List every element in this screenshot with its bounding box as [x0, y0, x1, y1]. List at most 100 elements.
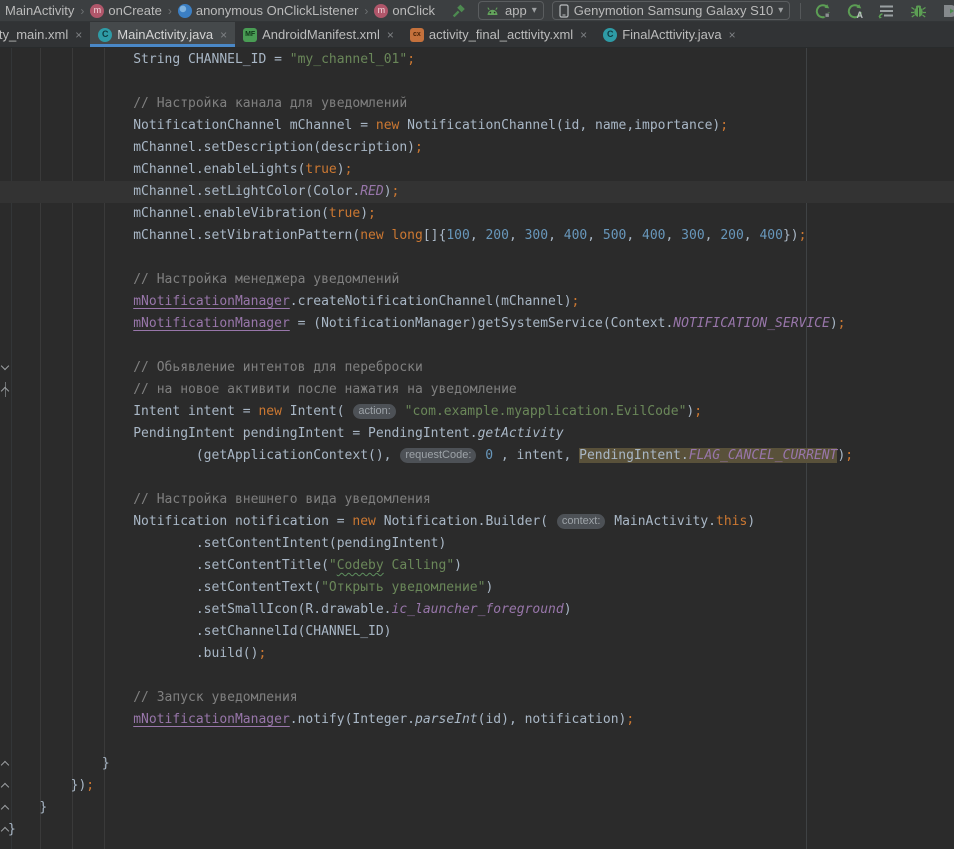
code-line: mChannel.setVibrationPattern(new long[]{… — [0, 225, 954, 247]
profiler-button[interactable] — [875, 1, 899, 21]
breadcrumb-separator: › — [79, 4, 85, 18]
device-dropdown[interactable]: Genymotion Samsung Galaxy S10 ▾ — [552, 1, 790, 20]
code-line: // Настройка канала для уведомлений — [0, 93, 954, 115]
java-class-icon: C — [603, 28, 617, 42]
code-line: Intent intent = new Intent( action: "com… — [0, 401, 954, 423]
method-icon: m — [90, 4, 104, 18]
profiler-icon — [878, 3, 896, 19]
code-line: } — [0, 797, 954, 819]
tab-activity-final-acttivity-xml[interactable]: cx activity_final_acttivity.xml × — [402, 22, 595, 47]
code-line: Notification notification = new Notifica… — [0, 511, 954, 533]
code-line — [0, 467, 954, 489]
apply-changes-icon: A — [846, 3, 864, 19]
tab-activity-main-xml[interactable]: ity_main.xml × — [0, 22, 90, 47]
fold-marker-icon[interactable] — [0, 802, 11, 813]
breadcrumb-anonymous-onclicklistener[interactable]: anonymous OnClickListener — [175, 3, 362, 18]
run-configuration-dropdown[interactable]: app ▾ — [478, 1, 544, 20]
java-class-icon: C — [98, 28, 112, 42]
breadcrumb-oncreate[interactable]: m onCreate — [87, 3, 164, 18]
breadcrumb-separator: › — [363, 4, 369, 18]
code-line — [0, 335, 954, 357]
apply-code-changes-button[interactable]: A — [843, 1, 867, 21]
code-line: // Настройка внешнего вида уведомления — [0, 489, 954, 511]
breadcrumb-label: onCreate — [108, 3, 161, 18]
tab-mainactivity-java[interactable]: C MainActivity.java × — [90, 22, 235, 47]
tab-finalacttivity-java[interactable]: C FinalActtivity.java × — [595, 22, 743, 47]
device-label: Genymotion Samsung Galaxy S10 — [574, 3, 773, 18]
attach-debugger-button[interactable] — [938, 1, 954, 21]
fold-marker-icon[interactable] — [0, 824, 11, 835]
code-editor[interactable]: String CHANNEL_ID = "my_channel_01"; // … — [0, 48, 954, 849]
toolbar-divider — [800, 3, 801, 19]
breadcrumb-onclick[interactable]: m onClick — [371, 3, 438, 18]
code-line: PendingIntent pendingIntent = PendingInt… — [0, 423, 954, 445]
code-line: .setContentText("Открыть уведомление") — [0, 577, 954, 599]
manifest-file-icon: MF — [243, 28, 257, 42]
breadcrumb: MainActivity › m onCreate › anonymous On… — [2, 3, 438, 18]
close-icon[interactable]: × — [387, 28, 394, 42]
code-line: mNotificationManager.notify(Integer.pars… — [0, 709, 954, 731]
editor-tab-bar: ity_main.xml × C MainActivity.java × MF … — [0, 22, 954, 48]
layout-xml-icon: cx — [410, 28, 424, 42]
fold-marker-icon[interactable] — [0, 780, 11, 791]
code-line: (getApplicationContext(), requestCode: 0… — [0, 445, 954, 467]
code-line: mChannel.enableLights(true); — [0, 159, 954, 181]
close-icon[interactable]: × — [220, 28, 227, 42]
tab-label: activity_final_acttivity.xml — [429, 27, 573, 42]
run-toolbar: app ▾ Genymotion Samsung Galaxy S10 ▾ — [448, 1, 954, 21]
code-line: mChannel.setLightColor(Color.RED); — [0, 181, 954, 203]
fold-marker-icon[interactable] — [0, 384, 11, 395]
method-icon: m — [374, 4, 388, 18]
build-button[interactable] — [448, 1, 470, 21]
rerun-icon — [814, 3, 832, 19]
debug-button[interactable] — [907, 1, 930, 21]
code-line: .setChannelId(CHANNEL_ID) — [0, 621, 954, 643]
code-line: }); — [0, 775, 954, 797]
code-line: mNotificationManager.createNotificationC… — [0, 291, 954, 313]
code-line: // Настройка менеджера уведомлений — [0, 269, 954, 291]
code-line: .setContentIntent(pendingIntent) — [0, 533, 954, 555]
fold-marker-icon[interactable] — [0, 362, 11, 373]
run-config-label: app — [505, 3, 527, 18]
code-line: // Обьявление интентов для переброски — [0, 357, 954, 379]
chevron-down-icon: ▾ — [532, 5, 537, 16]
breadcrumb-mainactivity[interactable]: MainActivity — [2, 3, 77, 18]
tab-androidmanifest-xml[interactable]: MF AndroidManifest.xml × — [235, 22, 402, 47]
close-icon[interactable]: × — [729, 28, 736, 42]
code-line — [0, 71, 954, 93]
android-icon — [485, 4, 500, 17]
code-line — [0, 665, 954, 687]
breadcrumb-separator: › — [167, 4, 173, 18]
code-line: } — [0, 819, 954, 841]
tab-label: AndroidManifest.xml — [262, 27, 380, 42]
svg-text:A: A — [857, 10, 864, 19]
code-line: // Запуск уведомления — [0, 687, 954, 709]
anonymous-class-icon — [178, 4, 192, 18]
close-icon[interactable]: × — [75, 28, 82, 42]
fold-marker-icon[interactable] — [0, 758, 11, 769]
code-line — [0, 247, 954, 269]
close-icon[interactable]: × — [580, 28, 587, 42]
code-line: } — [0, 753, 954, 775]
code-line: String CHANNEL_ID = "my_channel_01"; — [0, 49, 954, 71]
code-line: mNotificationManager = (NotificationMana… — [0, 313, 954, 335]
breadcrumb-label: onClick — [392, 3, 435, 18]
code-line: mChannel.enableVibration(true); — [0, 203, 954, 225]
code-line: .setContentTitle("Codeby Calling") — [0, 555, 954, 577]
code-line — [0, 731, 954, 753]
code-line: .build(); — [0, 643, 954, 665]
hammer-icon — [451, 3, 467, 19]
rerun-activity-button[interactable] — [811, 1, 835, 21]
breadcrumb-label: MainActivity — [5, 3, 74, 18]
code-line: .setSmallIcon(R.drawable.ic_launcher_for… — [0, 599, 954, 621]
attach-debugger-icon — [941, 3, 954, 19]
code-line: mChannel.setDescription(description); — [0, 137, 954, 159]
phone-icon — [559, 4, 569, 18]
tab-label: ity_main.xml — [0, 27, 68, 42]
debug-bug-icon — [910, 3, 927, 19]
navigation-bar: MainActivity › m onCreate › anonymous On… — [0, 0, 954, 22]
breadcrumb-label: anonymous OnClickListener — [196, 3, 359, 18]
code-line: NotificationChannel mChannel = new Notif… — [0, 115, 954, 137]
chevron-down-icon: ▾ — [778, 5, 783, 16]
code-line: // на новое активити после нажатия на ув… — [0, 379, 954, 401]
